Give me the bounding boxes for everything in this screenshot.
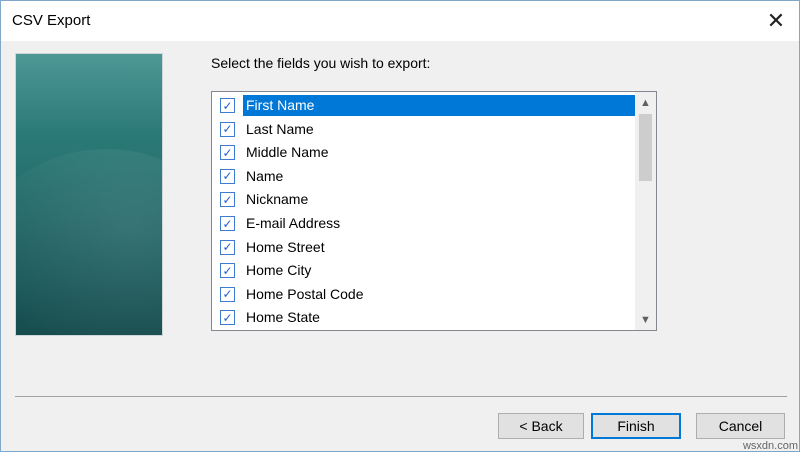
vertical-scrollbar[interactable]: ▲ ▼ — [635, 92, 656, 330]
field-label: Home Postal Code — [246, 285, 364, 302]
field-checkbox[interactable]: ✓ — [220, 98, 235, 113]
field-checkbox[interactable]: ✓ — [220, 286, 235, 302]
scroll-down-icon[interactable]: ▼ — [635, 309, 656, 330]
field-row[interactable]: ✓ Name — [212, 165, 636, 188]
field-row[interactable]: ✓ Last Name — [212, 118, 636, 141]
field-row[interactable]: ✓ Nickname — [212, 188, 636, 211]
field-label: First Name — [243, 95, 635, 116]
cancel-button[interactable]: Cancel — [696, 413, 785, 439]
scroll-up-icon[interactable]: ▲ — [635, 92, 656, 113]
field-row[interactable]: ✓ Home Street — [212, 236, 636, 259]
field-checkbox[interactable]: ✓ — [220, 263, 235, 279]
close-icon[interactable]: ✕ — [753, 1, 799, 41]
fields-list: ✓ First Name ✓ Last Name ✓ Middle Name ✓ Name ✓ N… — [212, 92, 636, 330]
wizard-side-image — [15, 53, 163, 336]
field-row[interactable]: ✓ Home City — [212, 259, 636, 282]
field-row[interactable]: ✓ Home State — [212, 306, 636, 329]
divider — [15, 396, 787, 397]
field-label: Name — [246, 167, 284, 184]
field-label: Last Name — [246, 120, 314, 137]
fields-listbox[interactable]: ✓ First Name ✓ Last Name ✓ Middle Name ✓ Name ✓ N… — [211, 91, 657, 331]
title-bar: CSV Export ✕ — [1, 1, 799, 41]
csv-export-dialog: CSV Export ✕ Select the fields you wish … — [0, 0, 800, 452]
field-checkbox[interactable]: ✓ — [220, 145, 235, 161]
field-label: Home City — [246, 262, 312, 279]
field-row[interactable]: ✓ E-mail Address — [212, 212, 636, 235]
field-checkbox[interactable]: ✓ — [220, 192, 235, 208]
field-label: Home State — [246, 309, 320, 326]
field-label: Nickname — [246, 191, 309, 208]
field-row[interactable]: ✓ Home Postal Code — [212, 283, 636, 306]
field-label: Middle Name — [246, 144, 329, 161]
field-label: Home Street — [246, 238, 325, 255]
field-checkbox[interactable]: ✓ — [220, 239, 235, 255]
scroll-thumb[interactable] — [639, 114, 652, 181]
back-button[interactable]: < Back — [498, 413, 584, 439]
field-row[interactable]: ✓ First Name — [212, 94, 636, 117]
field-label: E-mail Address — [246, 215, 341, 231]
field-checkbox[interactable]: ✓ — [220, 168, 235, 184]
finish-button[interactable]: Finish — [591, 413, 681, 439]
field-checkbox[interactable]: ✓ — [220, 121, 235, 137]
field-row[interactable]: ✓ Middle Name — [212, 141, 636, 164]
watermark: wsxdn.com — [742, 440, 798, 452]
window-title: CSV Export — [12, 12, 91, 29]
field-checkbox[interactable]: ✓ — [220, 216, 235, 231]
field-checkbox[interactable]: ✓ — [220, 310, 235, 326]
fields-prompt: Select the fields you wish to export: — [211, 55, 431, 71]
